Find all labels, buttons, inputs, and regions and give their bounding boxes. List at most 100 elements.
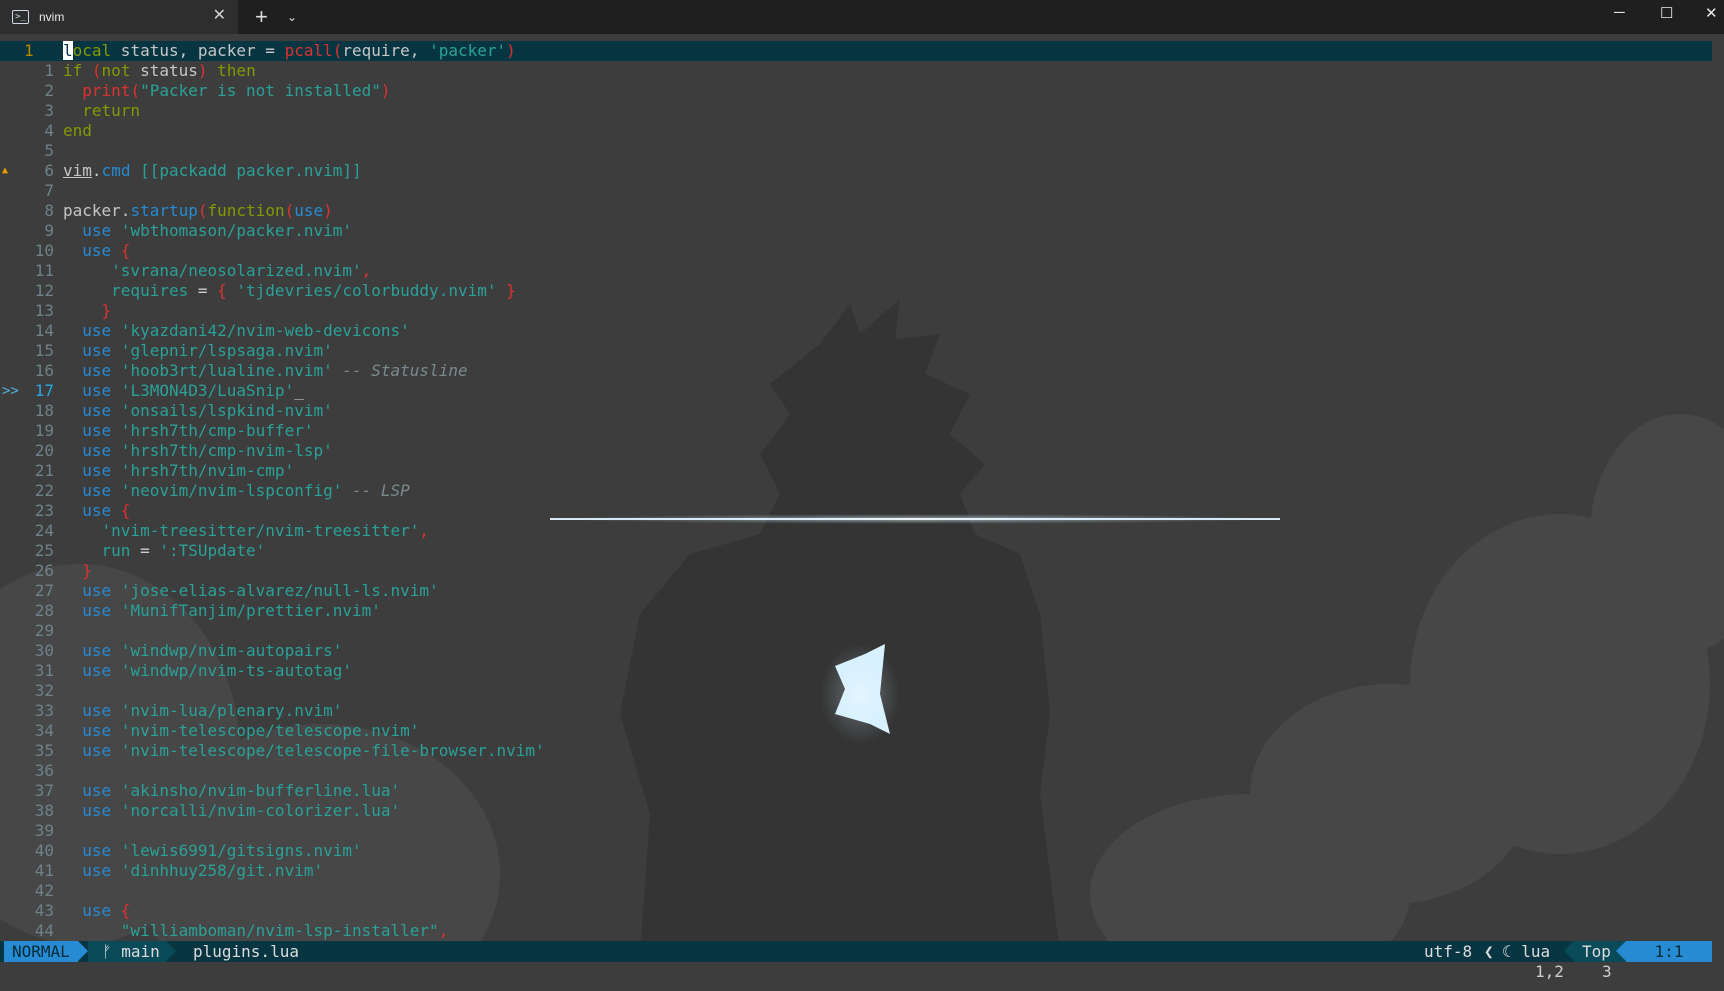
code-token: 'dinhhuy258/git.nvim' bbox=[111, 861, 324, 880]
code-token: = bbox=[265, 41, 275, 60]
code-token: use bbox=[82, 321, 112, 340]
new-tab-button[interactable]: + bbox=[255, 6, 268, 28]
text-cursor: l bbox=[63, 41, 73, 60]
code-line[interactable]: ▲ 6 vim.cmd [[packadd packer.nvim]] bbox=[0, 161, 1724, 181]
code-token: use bbox=[82, 381, 112, 400]
code-token: _ bbox=[294, 381, 304, 400]
code-line[interactable]: 34 use 'nvim-telescope/telescope.nvim' bbox=[0, 721, 1724, 741]
code-line[interactable]: 18 use 'onsails/lspkind-nvim' bbox=[0, 401, 1724, 421]
code-token: ) bbox=[323, 201, 333, 220]
command-line[interactable]: 1,2 3 bbox=[0, 962, 1724, 984]
code-line[interactable]: 38 use 'norcalli/nvim-colorizer.lua' bbox=[0, 801, 1724, 821]
code-line[interactable]: 43 use { bbox=[0, 901, 1724, 921]
code-line[interactable]: 20 use 'hrsh7th/cmp-nvim-lsp' bbox=[0, 441, 1724, 461]
window-titlebar: >_ nvim ✕ + ⌄ ─ ☐ ✕ bbox=[0, 0, 1724, 34]
code-text: use 'MunifTanjim/prettier.nvim' bbox=[63, 601, 381, 621]
code-line[interactable]: 21 use 'hrsh7th/nvim-cmp' bbox=[0, 461, 1724, 481]
code-token: use bbox=[82, 221, 112, 240]
code-line[interactable]: 26 } bbox=[0, 561, 1724, 581]
code-text: use 'hrsh7th/cmp-nvim-lsp' bbox=[63, 441, 332, 461]
code-line[interactable]: 35 use 'nvim-telescope/telescope-file-br… bbox=[0, 741, 1724, 761]
code-line[interactable]: 24 'nvim-treesitter/nvim-treesitter', bbox=[0, 521, 1724, 541]
close-window-button[interactable]: ✕ bbox=[1705, 4, 1718, 22]
code-line[interactable]: 5 bbox=[0, 141, 1724, 161]
code-line[interactable]: 19 use 'hrsh7th/cmp-buffer' bbox=[0, 421, 1724, 441]
code-line[interactable]: 12 requires = { 'tjdevries/colorbuddy.nv… bbox=[0, 281, 1724, 301]
code-text: use 'wbthomason/packer.nvim' bbox=[63, 221, 352, 241]
code-line[interactable]: 11 'svrana/neosolarized.nvim', bbox=[0, 261, 1724, 281]
code-token: vim bbox=[63, 161, 92, 180]
code-line[interactable]: 1 if (not status) then bbox=[0, 61, 1724, 81]
code-token: 'akinsho/nvim-bufferline.lua' bbox=[111, 781, 401, 800]
code-line[interactable]: 40 use 'lewis6991/gitsigns.nvim' bbox=[0, 841, 1724, 861]
code-line[interactable]: 8 packer.startup(function(use) bbox=[0, 201, 1724, 221]
line-number: 36 bbox=[34, 761, 54, 780]
code-token: ( bbox=[197, 201, 208, 220]
line-number: 30 bbox=[34, 641, 54, 660]
line-number: 32 bbox=[34, 681, 54, 700]
code-line[interactable]: 39 bbox=[0, 821, 1724, 841]
code-line[interactable]: 37 use 'akinsho/nvim-bufferline.lua' bbox=[0, 781, 1724, 801]
code-line[interactable]: 44 "williamboman/nvim-lsp-installer", bbox=[0, 921, 1724, 941]
code-line[interactable]: 29 bbox=[0, 621, 1724, 641]
code-line[interactable]: 28 use 'MunifTanjim/prettier.nvim' bbox=[0, 601, 1724, 621]
code-line[interactable]: 32 bbox=[0, 681, 1724, 701]
code-token: ( bbox=[332, 41, 343, 60]
code-line[interactable]: 10 use { bbox=[0, 241, 1724, 261]
terminal-tab[interactable]: >_ nvim ✕ bbox=[0, 0, 238, 34]
code-token: use bbox=[82, 861, 112, 880]
line-number: 18 bbox=[34, 401, 54, 420]
code-text: return bbox=[63, 101, 140, 121]
code-token: ( bbox=[284, 201, 295, 220]
line-number: 38 bbox=[34, 801, 54, 820]
code-line[interactable]: >> 17 use 'L3MON4D3/LuaSnip'_ bbox=[0, 381, 1724, 401]
code-token: = bbox=[197, 281, 208, 300]
code-line[interactable]: 2 print("Packer is not installed") bbox=[0, 81, 1724, 101]
line-number: 19 bbox=[34, 421, 54, 440]
code-line[interactable]: 42 bbox=[0, 881, 1724, 901]
current-line[interactable]: 1 local status, packer = pcall(require, '… bbox=[0, 41, 1712, 61]
code-token: 'nvim-telescope/telescope.nvim' bbox=[111, 721, 420, 740]
code-token: 'hrsh7th/nvim-cmp' bbox=[111, 461, 295, 480]
maximize-button[interactable]: ☐ bbox=[1660, 4, 1673, 22]
code-token: 'jose-elias-alvarez/null-ls.nvim' bbox=[111, 581, 439, 600]
code-line[interactable]: 7 bbox=[0, 181, 1724, 201]
code-line[interactable]: 9 use 'wbthomason/packer.nvim' bbox=[0, 221, 1724, 241]
code-line[interactable]: 22 use 'neovim/nvim-lspconfig' -- LSP bbox=[0, 481, 1724, 501]
code-token: { bbox=[111, 241, 131, 260]
code-token: "Packer is not installed" bbox=[140, 81, 381, 100]
code-line[interactable]: 30 use 'windwp/nvim-autopairs' bbox=[0, 641, 1724, 661]
tab-close-icon[interactable]: ✕ bbox=[213, 8, 226, 24]
terminal-icon: >_ bbox=[12, 10, 29, 24]
code-token: . bbox=[91, 161, 102, 180]
code-text: use 'norcalli/nvim-colorizer.lua' bbox=[63, 801, 400, 821]
code-line[interactable]: 23 use { bbox=[0, 501, 1724, 521]
code-line[interactable]: 14 use 'kyazdani42/nvim-web-devicons' bbox=[0, 321, 1724, 341]
code-line[interactable]: 27 use 'jose-elias-alvarez/null-ls.nvim' bbox=[0, 581, 1724, 601]
code-line[interactable]: 36 bbox=[0, 761, 1724, 781]
code-token: 'hrsh7th/cmp-buffer' bbox=[111, 421, 314, 440]
line-number: 17 bbox=[34, 381, 54, 400]
code-line[interactable]: 31 use 'windwp/nvim-ts-autotag' bbox=[0, 661, 1724, 681]
code-line[interactable]: 33 use 'nvim-lua/plenary.nvim' bbox=[0, 701, 1724, 721]
code-line[interactable]: 16 use 'hoob3rt/lualine.nvim' -- Statusl… bbox=[0, 361, 1724, 381]
code-token: 'tjdevries/colorbuddy.nvim' bbox=[226, 281, 507, 300]
code-token: 'hoob3rt/lualine.nvim' bbox=[111, 361, 333, 380]
code-line[interactable]: 25 run = ':TSUpdate' bbox=[0, 541, 1724, 561]
code-text: use 'dinhhuy258/git.nvim' bbox=[63, 861, 323, 881]
code-line[interactable]: 13 } bbox=[0, 301, 1724, 321]
minimize-button[interactable]: ─ bbox=[1614, 4, 1625, 21]
code-line[interactable]: 41 use 'dinhhuy258/git.nvim' bbox=[0, 861, 1724, 881]
git-branch-label: main bbox=[121, 942, 160, 961]
tab-dropdown-icon[interactable]: ⌄ bbox=[287, 10, 297, 24]
code-line[interactable]: 4 end bbox=[0, 121, 1724, 141]
code-line[interactable]: 3 return bbox=[0, 101, 1724, 121]
line-number: 10 bbox=[34, 241, 54, 260]
code-token: cmd bbox=[101, 161, 131, 180]
line-number: 12 bbox=[34, 281, 54, 300]
code-line[interactable]: 15 use 'glepnir/lspsaga.nvim' bbox=[0, 341, 1724, 361]
